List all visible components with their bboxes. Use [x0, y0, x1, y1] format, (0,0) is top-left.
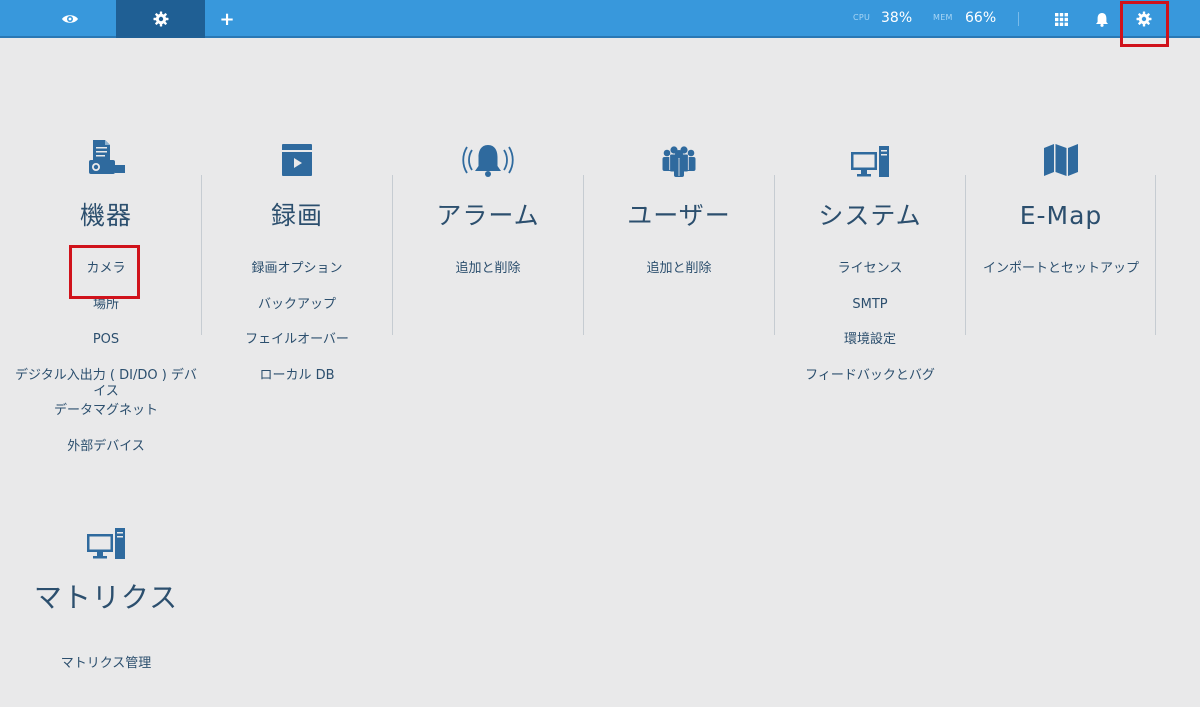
category-title[interactable]: E-Map: [966, 196, 1156, 236]
link-data-magnet[interactable]: データマグネット: [11, 403, 201, 439]
link-preferences[interactable]: 環境設定: [775, 332, 965, 368]
link-digital-io-device[interactable]: デジタル入出力 ( DI/DO ) デバイス: [11, 368, 201, 404]
top-bar: + CPU 38% MEM 66%: [0, 0, 1200, 38]
add-tab-button[interactable]: +: [205, 0, 249, 38]
device-icon: [11, 130, 201, 178]
notifications-button[interactable]: [1084, 0, 1120, 38]
apps-grid-button[interactable]: [1043, 0, 1079, 38]
category-title[interactable]: 録画: [202, 196, 392, 236]
grid-icon: [1054, 12, 1068, 26]
alarm-bell-icon: [393, 130, 583, 178]
link-matrix-management[interactable]: マトリクス管理: [11, 656, 201, 692]
link-local-db[interactable]: ローカル DB: [202, 368, 392, 404]
link-license[interactable]: ライセンス: [775, 261, 965, 297]
bell-icon: [1096, 12, 1108, 27]
link-external-device[interactable]: 外部デバイス: [11, 439, 201, 475]
category-system: システム ライセンス SMTP 環境設定 フィードバックとバグ: [775, 130, 965, 403]
category-emap: E-Map インポートとセットアップ: [966, 130, 1156, 297]
category-title[interactable]: マトリクス: [11, 578, 201, 618]
category-users: ユーザー 追加と削除: [584, 130, 774, 297]
category-devices: 機器 カメラ 場所 POS デジタル入出力 ( DI/DO ) デバイス データ…: [11, 130, 201, 474]
gear-icon: [153, 11, 168, 27]
map-icon: [966, 130, 1156, 178]
users-icon: [584, 130, 774, 178]
category-matrix: マトリクス マトリクス管理: [11, 512, 201, 692]
link-location[interactable]: 場所: [11, 297, 201, 333]
link-add-remove[interactable]: 追加と削除: [584, 261, 774, 297]
link-add-remove[interactable]: 追加と削除: [393, 261, 583, 297]
highlight-settings-button: [1120, 1, 1169, 47]
link-backup[interactable]: バックアップ: [202, 297, 392, 333]
cpu-value: 38%: [881, 10, 913, 26]
divider: [1018, 12, 1019, 26]
highlight-camera-link: [69, 245, 140, 299]
link-pos[interactable]: POS: [11, 332, 201, 368]
category-title[interactable]: 機器: [11, 196, 201, 236]
cpu-label: CPU: [853, 13, 871, 22]
link-smtp[interactable]: SMTP: [775, 297, 965, 333]
mem-label: MEM: [933, 13, 953, 22]
mem-value: 66%: [965, 10, 997, 26]
category-title[interactable]: システム: [775, 196, 965, 236]
category-alarm: アラーム 追加と削除: [393, 130, 583, 297]
link-recording-options[interactable]: 録画オプション: [202, 261, 392, 297]
link-feedback-bug[interactable]: フィードバックとバグ: [775, 368, 965, 404]
tab-live-view[interactable]: [25, 0, 115, 38]
category-title[interactable]: ユーザー: [584, 196, 774, 236]
computer-icon: [775, 130, 965, 178]
link-import-setup[interactable]: インポートとセットアップ: [966, 261, 1156, 297]
category-title[interactable]: アラーム: [393, 196, 583, 236]
tab-settings[interactable]: [116, 0, 205, 38]
computer-icon: [11, 512, 201, 560]
plus-icon: +: [219, 8, 235, 30]
video-icon: [202, 130, 392, 178]
link-failover[interactable]: フェイルオーバー: [202, 332, 392, 368]
category-recording: 録画 録画オプション バックアップ フェイルオーバー ローカル DB: [202, 130, 392, 403]
eye-icon: [62, 15, 78, 23]
